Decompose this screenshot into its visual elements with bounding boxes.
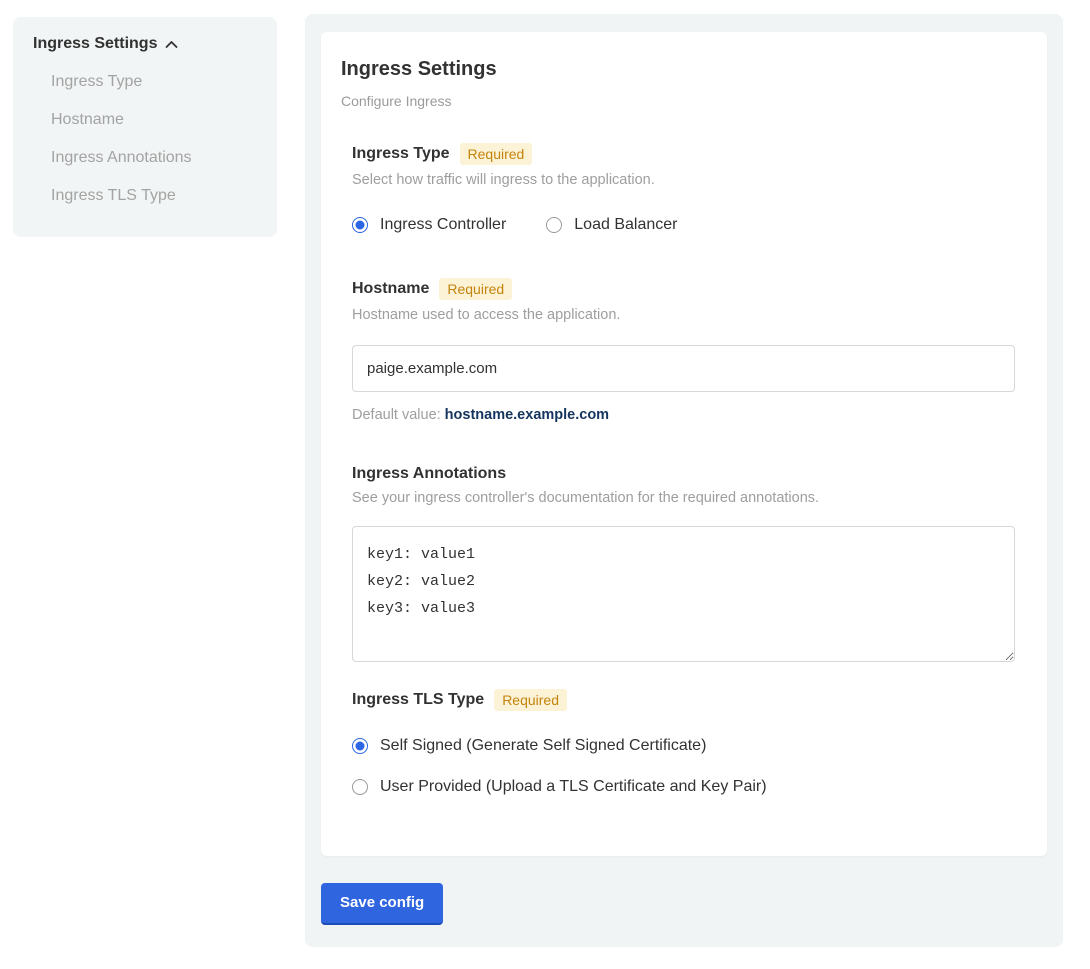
radio-ingress-controller[interactable]: Ingress Controller [352, 216, 506, 234]
hostname-input[interactable] [352, 345, 1015, 392]
ingress-tls-type-options: Self Signed (Generate Self Signed Certif… [352, 737, 1017, 796]
sidebar-group-label: Ingress Settings [33, 35, 157, 53]
card-subtitle: Configure Ingress [341, 93, 1017, 109]
required-badge: Required [439, 278, 512, 300]
config-sidebar: Ingress Settings Ingress Type Hostname I… [13, 17, 277, 237]
ingress-type-title: Ingress Type [352, 145, 450, 163]
ingress-tls-type-title: Ingress TLS Type [352, 691, 484, 709]
default-value-label: Default value: [352, 407, 441, 423]
radio-label: Ingress Controller [380, 216, 506, 234]
radio-label: Load Balancer [574, 216, 677, 234]
section-header: Hostname Required [352, 278, 1017, 300]
section-header: Ingress TLS Type Required [352, 689, 1017, 711]
ingress-annotations-help: See your ingress controller's documentat… [352, 490, 1017, 506]
save-config-button[interactable]: Save config [321, 883, 443, 925]
radio-label: User Provided (Upload a TLS Certificate … [380, 778, 767, 796]
radio-user-provided[interactable]: User Provided (Upload a TLS Certificate … [352, 778, 1017, 796]
section-header: Ingress Annotations [352, 465, 1017, 483]
sidebar-item-hostname[interactable]: Hostname [33, 101, 257, 139]
hostname-help: Hostname used to access the application. [352, 307, 1017, 323]
config-sections: Ingress Type Required Select how traffic… [352, 143, 1017, 796]
section-ingress-type: Ingress Type Required Select how traffic… [352, 143, 1017, 234]
sidebar-nav: Ingress Type Hostname Ingress Annotation… [33, 63, 257, 215]
section-ingress-annotations: Ingress Annotations See your ingress con… [352, 465, 1017, 667]
config-card: Ingress Settings Configure Ingress Ingre… [321, 32, 1047, 856]
hostname-title: Hostname [352, 280, 429, 298]
radio-unselected-icon [546, 217, 562, 233]
card-title: Ingress Settings [341, 58, 1017, 81]
radio-unselected-icon [352, 779, 368, 795]
sidebar-item-ingress-type[interactable]: Ingress Type [33, 63, 257, 101]
sidebar-item-ingress-tls-type[interactable]: Ingress TLS Type [33, 177, 257, 215]
sidebar-item-ingress-annotations[interactable]: Ingress Annotations [33, 139, 257, 177]
required-badge: Required [460, 143, 533, 165]
required-badge: Required [494, 689, 567, 711]
section-hostname: Hostname Required Hostname used to acces… [352, 278, 1017, 423]
chevron-up-icon [165, 40, 178, 49]
config-panel: Ingress Settings Configure Ingress Ingre… [305, 14, 1063, 947]
radio-self-signed[interactable]: Self Signed (Generate Self Signed Certif… [352, 737, 1017, 755]
ingress-annotations-textarea[interactable]: key1: value1 key2: value2 key3: value3 [352, 526, 1015, 662]
radio-load-balancer[interactable]: Load Balancer [546, 216, 677, 234]
ingress-type-help: Select how traffic will ingress to the a… [352, 172, 1017, 188]
sidebar-group-ingress-settings[interactable]: Ingress Settings [33, 35, 257, 53]
page: Ingress Settings Ingress Type Hostname I… [0, 0, 1090, 947]
ingress-annotations-title: Ingress Annotations [352, 465, 506, 483]
section-header: Ingress Type Required [352, 143, 1017, 165]
radio-selected-icon [352, 738, 368, 754]
radio-selected-icon [352, 217, 368, 233]
radio-label: Self Signed (Generate Self Signed Certif… [380, 737, 706, 755]
section-ingress-tls-type: Ingress TLS Type Required Self Signed (G… [352, 689, 1017, 796]
default-value: hostname.example.com [445, 407, 609, 423]
ingress-type-options: Ingress Controller Load Balancer [352, 216, 1017, 234]
hostname-default-line: Default value:hostname.example.com [352, 407, 1017, 423]
